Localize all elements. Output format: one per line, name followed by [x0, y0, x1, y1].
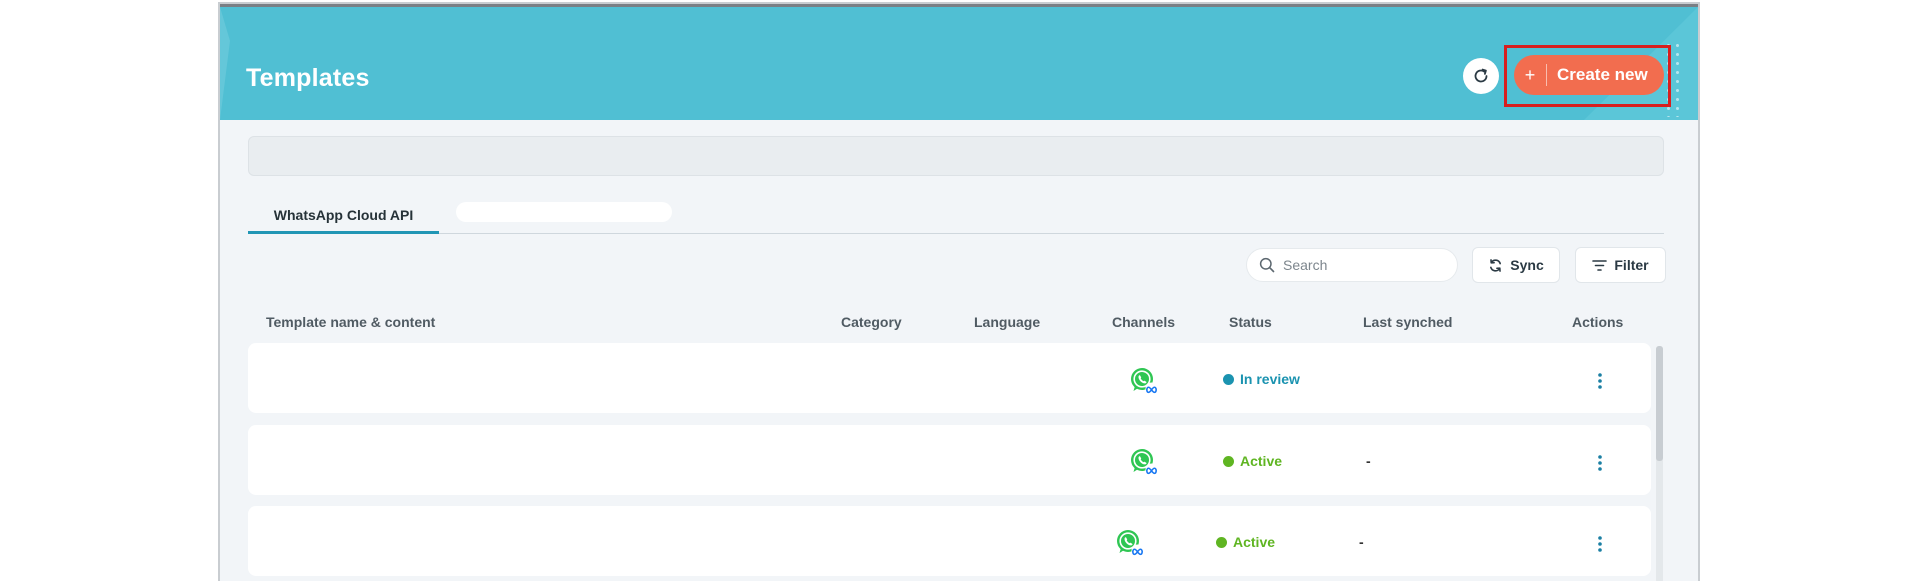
search-input[interactable] [1283, 257, 1433, 273]
refresh-icon [1474, 68, 1488, 83]
status-badge: In review [1223, 371, 1300, 387]
column-header-category: Category [841, 314, 902, 330]
column-header-channels: Channels [1112, 314, 1176, 330]
more-actions-icon[interactable] [1593, 453, 1607, 473]
create-new-label: Create new [1557, 65, 1648, 84]
column-header-status: Status [1229, 314, 1272, 330]
tab-whatsapp-cloud-api[interactable]: WhatsApp Cloud API [248, 198, 439, 234]
whatsapp-meta-icon [1129, 366, 1159, 396]
tab-placeholder [456, 202, 672, 222]
search-icon [1259, 257, 1275, 273]
status-label: Active [1240, 453, 1283, 469]
sync-icon [1490, 258, 1502, 272]
whatsapp-meta-icon [1115, 528, 1145, 558]
table-scrollbar-thumb[interactable] [1656, 346, 1663, 461]
status-label: In review [1240, 371, 1300, 387]
sync-button[interactable]: Sync [1472, 247, 1560, 283]
filter-label: Filter [1614, 257, 1649, 273]
refresh-button[interactable] [1463, 58, 1499, 94]
create-new-button[interactable]: + Create new [1514, 55, 1664, 95]
app-window: Templates + Create new WhatsApp Cloud AP… [218, 2, 1700, 581]
table-row[interactable] [248, 425, 1651, 495]
filter-icon [1592, 259, 1608, 271]
status-dot [1216, 536, 1227, 548]
header-decoration-left [220, 7, 230, 120]
status-label: Active [1233, 534, 1276, 550]
column-header-template-name: Template name & content [266, 314, 436, 330]
filter-button[interactable]: Filter [1575, 247, 1666, 283]
loading-placeholder-bar [248, 136, 1664, 176]
page-header: Templates + Create new [220, 7, 1698, 120]
more-actions-icon[interactable] [1593, 371, 1607, 391]
button-separator [1546, 64, 1547, 86]
status-dot [1223, 373, 1234, 385]
column-header-actions: Actions [1572, 314, 1624, 330]
search-box[interactable] [1246, 248, 1458, 282]
last-synched-value: - [1359, 534, 1364, 550]
status-badge: Active [1223, 453, 1282, 469]
status-badge: Active [1216, 534, 1275, 550]
table-row[interactable] [248, 343, 1651, 413]
sync-label: Sync [1510, 257, 1544, 273]
more-actions-icon[interactable] [1593, 534, 1607, 554]
plus-icon: + [1524, 64, 1536, 85]
channel-tabs: WhatsApp Cloud API [248, 198, 1664, 234]
whatsapp-meta-icon [1129, 447, 1159, 477]
table-row[interactable] [248, 506, 1651, 576]
last-synched-value: - [1366, 453, 1371, 469]
column-header-language: Language [974, 314, 1041, 330]
page-title: Templates [246, 64, 370, 92]
status-dot [1223, 455, 1234, 467]
column-header-last-synched: Last synched [1363, 314, 1453, 330]
